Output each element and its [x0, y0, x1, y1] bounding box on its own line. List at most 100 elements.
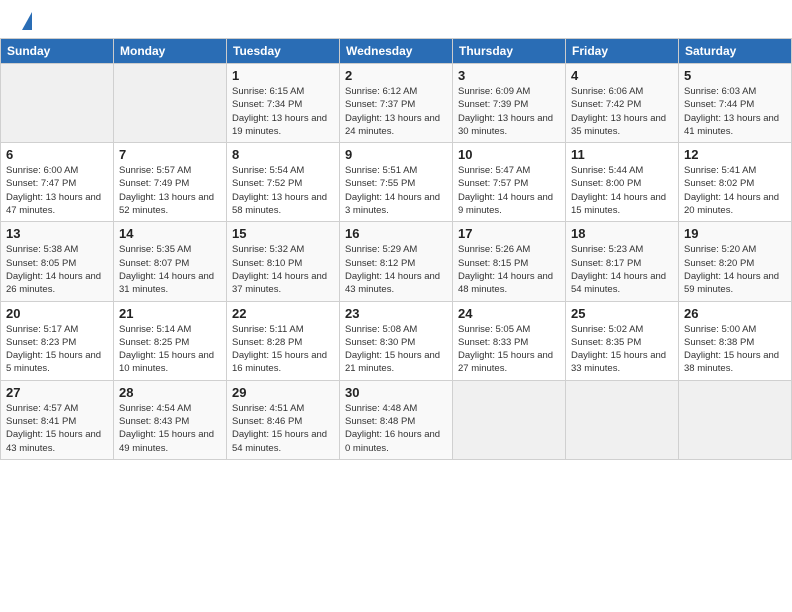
day-number: 28	[119, 385, 221, 400]
day-number: 22	[232, 306, 334, 321]
day-info: Sunrise: 5:00 AMSunset: 8:38 PMDaylight:…	[684, 323, 786, 376]
day-number: 12	[684, 147, 786, 162]
day-info: Sunrise: 5:41 AMSunset: 8:02 PMDaylight:…	[684, 164, 786, 217]
day-info: Sunrise: 5:29 AMSunset: 8:12 PMDaylight:…	[345, 243, 447, 296]
day-number: 20	[6, 306, 108, 321]
day-info: Sunrise: 4:54 AMSunset: 8:43 PMDaylight:…	[119, 402, 221, 455]
day-info: Sunrise: 6:12 AMSunset: 7:37 PMDaylight:…	[345, 85, 447, 138]
calendar-day-9: 9Sunrise: 5:51 AMSunset: 7:55 PMDaylight…	[340, 143, 453, 222]
day-info: Sunrise: 4:48 AMSunset: 8:48 PMDaylight:…	[345, 402, 447, 455]
day-number: 30	[345, 385, 447, 400]
day-number: 13	[6, 226, 108, 241]
calendar-day-18: 18 Sunrise: 5:23 AMSunset: 8:17 PMDayligh…	[566, 222, 679, 301]
calendar-day-11: 11 Sunrise: 5:44 AMSunset: 8:00 PMDayligh…	[566, 143, 679, 222]
day-info: Sunrise: 5:57 AMSunset: 7:49 PMDaylight:…	[119, 164, 221, 217]
logo-triangle-icon	[22, 12, 32, 30]
day-number: 29	[232, 385, 334, 400]
calendar-day-28: 28 Sunrise: 4:54 AMSunset: 8:43 PMDayligh…	[114, 380, 227, 459]
day-number: 16	[345, 226, 447, 241]
calendar-week-row: 13 Sunrise: 5:38 AMSunset: 8:05 PMDayligh…	[1, 222, 792, 301]
day-number: 21	[119, 306, 221, 321]
day-number: 10	[458, 147, 560, 162]
day-info: Sunrise: 5:26 AMSunset: 8:15 PMDaylight:…	[458, 243, 560, 296]
day-number: 8	[232, 147, 334, 162]
calendar-day-22: 22 Sunrise: 5:11 AMSunset: 8:28 PMDayligh…	[227, 301, 340, 380]
calendar-day-12: 12 Sunrise: 5:41 AMSunset: 8:02 PMDayligh…	[679, 143, 792, 222]
day-number: 6	[6, 147, 108, 162]
calendar-day-empty	[679, 380, 792, 459]
calendar-week-row: 1 Sunrise: 6:15 AMSunset: 7:34 PMDaylight…	[1, 64, 792, 143]
calendar-day-19: 19 Sunrise: 5:20 AMSunset: 8:20 PMDayligh…	[679, 222, 792, 301]
day-info: Sunrise: 6:15 AMSunset: 7:34 PMDaylight:…	[232, 85, 334, 138]
day-info: Sunrise: 5:51 AMSunset: 7:55 PMDaylight:…	[345, 164, 447, 217]
day-info: Sunrise: 5:38 AMSunset: 8:05 PMDaylight:…	[6, 243, 108, 296]
day-number: 19	[684, 226, 786, 241]
calendar-day-10: 10 Sunrise: 5:47 AMSunset: 7:57 PMDayligh…	[453, 143, 566, 222]
day-number: 11	[571, 147, 673, 162]
calendar-day-empty	[1, 64, 114, 143]
day-info: Sunrise: 5:08 AMSunset: 8:30 PMDaylight:…	[345, 323, 447, 376]
day-number: 18	[571, 226, 673, 241]
calendar-day-7: 7 Sunrise: 5:57 AMSunset: 7:49 PMDaylight…	[114, 143, 227, 222]
day-number: 7	[119, 147, 221, 162]
day-number: 15	[232, 226, 334, 241]
day-number: 5	[684, 68, 786, 83]
day-info: Sunrise: 5:23 AMSunset: 8:17 PMDaylight:…	[571, 243, 673, 296]
day-number: 14	[119, 226, 221, 241]
day-number: 1	[232, 68, 334, 83]
page: SundayMondayTuesdayWednesdayThursdayFrid…	[0, 0, 792, 612]
day-info: Sunrise: 5:32 AMSunset: 8:10 PMDaylight:…	[232, 243, 334, 296]
day-info: Sunrise: 5:44 AMSunset: 8:00 PMDaylight:…	[571, 164, 673, 217]
day-number: 24	[458, 306, 560, 321]
calendar-table: SundayMondayTuesdayWednesdayThursdayFrid…	[0, 38, 792, 460]
weekday-header-thursday: Thursday	[453, 39, 566, 64]
day-info: Sunrise: 4:51 AMSunset: 8:46 PMDaylight:…	[232, 402, 334, 455]
day-info: Sunrise: 5:05 AMSunset: 8:33 PMDaylight:…	[458, 323, 560, 376]
calendar-day-29: 29 Sunrise: 4:51 AMSunset: 8:46 PMDayligh…	[227, 380, 340, 459]
day-number: 4	[571, 68, 673, 83]
calendar-day-empty	[453, 380, 566, 459]
calendar-day-15: 15 Sunrise: 5:32 AMSunset: 8:10 PMDayligh…	[227, 222, 340, 301]
day-info: Sunrise: 6:00 AMSunset: 7:47 PMDaylight:…	[6, 164, 108, 217]
logo	[20, 14, 32, 30]
day-number: 2	[345, 68, 447, 83]
calendar-day-23: 23 Sunrise: 5:08 AMSunset: 8:30 PMDayligh…	[340, 301, 453, 380]
calendar-day-13: 13 Sunrise: 5:38 AMSunset: 8:05 PMDayligh…	[1, 222, 114, 301]
day-info: Sunrise: 6:06 AMSunset: 7:42 PMDaylight:…	[571, 85, 673, 138]
weekday-header-tuesday: Tuesday	[227, 39, 340, 64]
calendar-day-3: 3Sunrise: 6:09 AMSunset: 7:39 PMDaylight…	[453, 64, 566, 143]
calendar-day-empty	[566, 380, 679, 459]
weekday-header-saturday: Saturday	[679, 39, 792, 64]
day-info: Sunrise: 6:03 AMSunset: 7:44 PMDaylight:…	[684, 85, 786, 138]
calendar-week-row: 27 Sunrise: 4:57 AMSunset: 8:41 PMDayligh…	[1, 380, 792, 459]
calendar-day-25: 25Sunrise: 5:02 AMSunset: 8:35 PMDayligh…	[566, 301, 679, 380]
day-number: 27	[6, 385, 108, 400]
header	[0, 0, 792, 38]
calendar-day-27: 27 Sunrise: 4:57 AMSunset: 8:41 PMDayligh…	[1, 380, 114, 459]
calendar-day-5: 5 Sunrise: 6:03 AMSunset: 7:44 PMDaylight…	[679, 64, 792, 143]
weekday-header-friday: Friday	[566, 39, 679, 64]
calendar-header-row: SundayMondayTuesdayWednesdayThursdayFrid…	[1, 39, 792, 64]
calendar-day-26: 26Sunrise: 5:00 AMSunset: 8:38 PMDayligh…	[679, 301, 792, 380]
calendar-day-8: 8Sunrise: 5:54 AMSunset: 7:52 PMDaylight…	[227, 143, 340, 222]
day-info: Sunrise: 5:14 AMSunset: 8:25 PMDaylight:…	[119, 323, 221, 376]
calendar-week-row: 6 Sunrise: 6:00 AMSunset: 7:47 PMDaylight…	[1, 143, 792, 222]
day-info: Sunrise: 5:02 AMSunset: 8:35 PMDaylight:…	[571, 323, 673, 376]
day-number: 3	[458, 68, 560, 83]
day-info: Sunrise: 5:35 AMSunset: 8:07 PMDaylight:…	[119, 243, 221, 296]
day-info: Sunrise: 5:11 AMSunset: 8:28 PMDaylight:…	[232, 323, 334, 376]
day-info: Sunrise: 5:17 AMSunset: 8:23 PMDaylight:…	[6, 323, 108, 376]
day-info: Sunrise: 5:47 AMSunset: 7:57 PMDaylight:…	[458, 164, 560, 217]
calendar-day-1: 1 Sunrise: 6:15 AMSunset: 7:34 PMDaylight…	[227, 64, 340, 143]
day-info: Sunrise: 4:57 AMSunset: 8:41 PMDaylight:…	[6, 402, 108, 455]
calendar-day-empty	[114, 64, 227, 143]
day-number: 17	[458, 226, 560, 241]
day-info: Sunrise: 5:20 AMSunset: 8:20 PMDaylight:…	[684, 243, 786, 296]
calendar-day-16: 16 Sunrise: 5:29 AMSunset: 8:12 PMDayligh…	[340, 222, 453, 301]
calendar-day-14: 14 Sunrise: 5:35 AMSunset: 8:07 PMDayligh…	[114, 222, 227, 301]
calendar-day-21: 21 Sunrise: 5:14 AMSunset: 8:25 PMDayligh…	[114, 301, 227, 380]
calendar-day-24: 24 Sunrise: 5:05 AMSunset: 8:33 PMDayligh…	[453, 301, 566, 380]
calendar-day-6: 6 Sunrise: 6:00 AMSunset: 7:47 PMDaylight…	[1, 143, 114, 222]
weekday-header-monday: Monday	[114, 39, 227, 64]
day-number: 23	[345, 306, 447, 321]
